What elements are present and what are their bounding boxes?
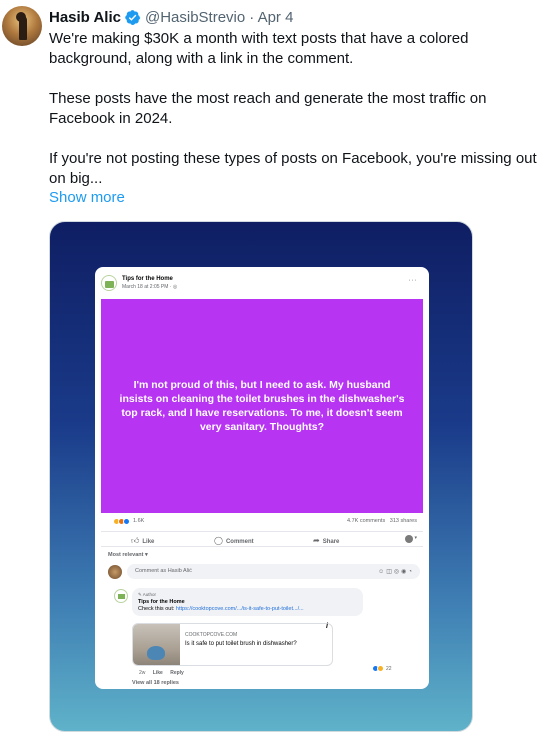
fb-post-header: Tips for the Home March 18 at 2:05 PM · …	[95, 267, 429, 297]
comment-meta: 2w Like Reply	[139, 670, 190, 676]
tweet-paragraph: We're making $30K a month with text post…	[49, 30, 469, 67]
fb-comment-button: ◯ Comment	[214, 536, 254, 545]
comment-reply: Reply	[170, 670, 184, 676]
link-preview-card: COOKTOPCOVE.COM Is it safe to put toilet…	[132, 623, 333, 666]
share-label: Share	[322, 539, 340, 545]
fb-post-time: March 18 at 2:05 PM · ◎	[122, 284, 178, 290]
comment-bubble: ✎ Author Tips for the Home Check this ou…	[132, 588, 363, 616]
tweet-paragraph: If you're not posting these types of pos…	[49, 150, 537, 187]
avatar-figure-body	[19, 16, 27, 40]
show-more-link[interactable]: Show more	[49, 189, 125, 206]
comment-reactions: 22	[372, 664, 392, 673]
fb-share-button: ➦ Share	[313, 536, 339, 545]
author-handle[interactable]: @HasibStrevio	[145, 9, 245, 26]
reaction-bar: 1.6K 4.7K comments 313 shares	[101, 517, 423, 527]
view-replies-link: View all 18 replies	[132, 680, 179, 686]
fb-action-bar: 👍︎ Like ◯ Comment ➦ Share ▾	[101, 531, 423, 547]
comment-text-prefix: Check this out:	[138, 606, 176, 612]
comment-time: 2w	[139, 670, 146, 676]
tweet-media-image[interactable]: Tips for the Home March 18 at 2:05 PM · …	[49, 221, 473, 732]
tweet-date[interactable]: · Apr 4	[249, 9, 293, 26]
author-badge: ✎ Author	[138, 592, 157, 597]
reaction-icons	[113, 518, 130, 525]
comment-bubble-icon: ◯	[214, 536, 223, 545]
comments-shares-count: 4.7K comments 313 shares	[346, 518, 417, 524]
comment-input: Comment as Hasib Alić	[127, 564, 420, 579]
comment-link: https://cooktopcove.com/.../is-it-safe-t…	[175, 606, 304, 612]
facebook-post-screenshot: Tips for the Home March 18 at 2:05 PM · …	[95, 267, 429, 689]
like-label: Like	[142, 539, 155, 545]
tweet-header: Hasib Alic @HasibStrevio · Apr 4	[49, 7, 293, 27]
info-icon: i	[326, 623, 328, 630]
reaction-count: 1.6K	[133, 518, 145, 524]
sort-comments: Most relevant ▾	[108, 552, 148, 558]
share-arrow-icon: ➦	[313, 536, 320, 545]
comment-composer: Comment as Hasib Alić ☺◫◎◉◔	[108, 564, 420, 580]
like-reaction-icon	[123, 518, 130, 525]
haha-reaction-icon	[377, 665, 384, 672]
comment-like: Like	[152, 670, 163, 676]
colored-background-post: I'm not proud of this, but I need to ask…	[101, 299, 423, 513]
link-title: Is it safe to put toilet brush in dishwa…	[185, 641, 297, 647]
fb-post-text: I'm not proud of this, but I need to ask…	[119, 379, 405, 433]
commenter-avatar	[108, 565, 122, 579]
author-name[interactable]: Hasib Alic	[49, 9, 121, 26]
tweet-text: We're making $30K a month with text post…	[49, 29, 549, 189]
comment-label: Comment	[225, 539, 254, 545]
fb-page-name: Tips for the Home	[122, 276, 173, 282]
comment-author-name: Tips for the Home	[138, 599, 185, 605]
link-domain: COOKTOPCOVE.COM	[185, 632, 238, 638]
link-preview-thumbnail	[133, 624, 180, 665]
tweet-paragraph: These posts have the most reach and gene…	[49, 90, 487, 127]
comment-text: Check this out: https://cooktopcove.com/…	[138, 606, 357, 612]
tweet: Hasib Alic @HasibStrevio · Apr 4 We're m…	[0, 0, 553, 732]
author-avatar[interactable]	[2, 6, 42, 46]
page-avatar	[101, 275, 117, 291]
comment-reaction-count: 22	[386, 665, 392, 672]
fb-like-button: 👍︎ Like	[131, 536, 154, 546]
share-as-avatar	[405, 535, 413, 543]
more-options-icon: ···	[408, 277, 417, 284]
chevron-down-icon: ▾	[414, 535, 417, 541]
toilet-brush-image	[147, 646, 165, 660]
comment-author-avatar	[114, 589, 128, 603]
thumbs-up-icon: 👍︎	[131, 536, 140, 545]
comment-tool-icons: ☺◫◎◉◔	[378, 569, 414, 575]
verified-badge-icon	[125, 9, 141, 25]
